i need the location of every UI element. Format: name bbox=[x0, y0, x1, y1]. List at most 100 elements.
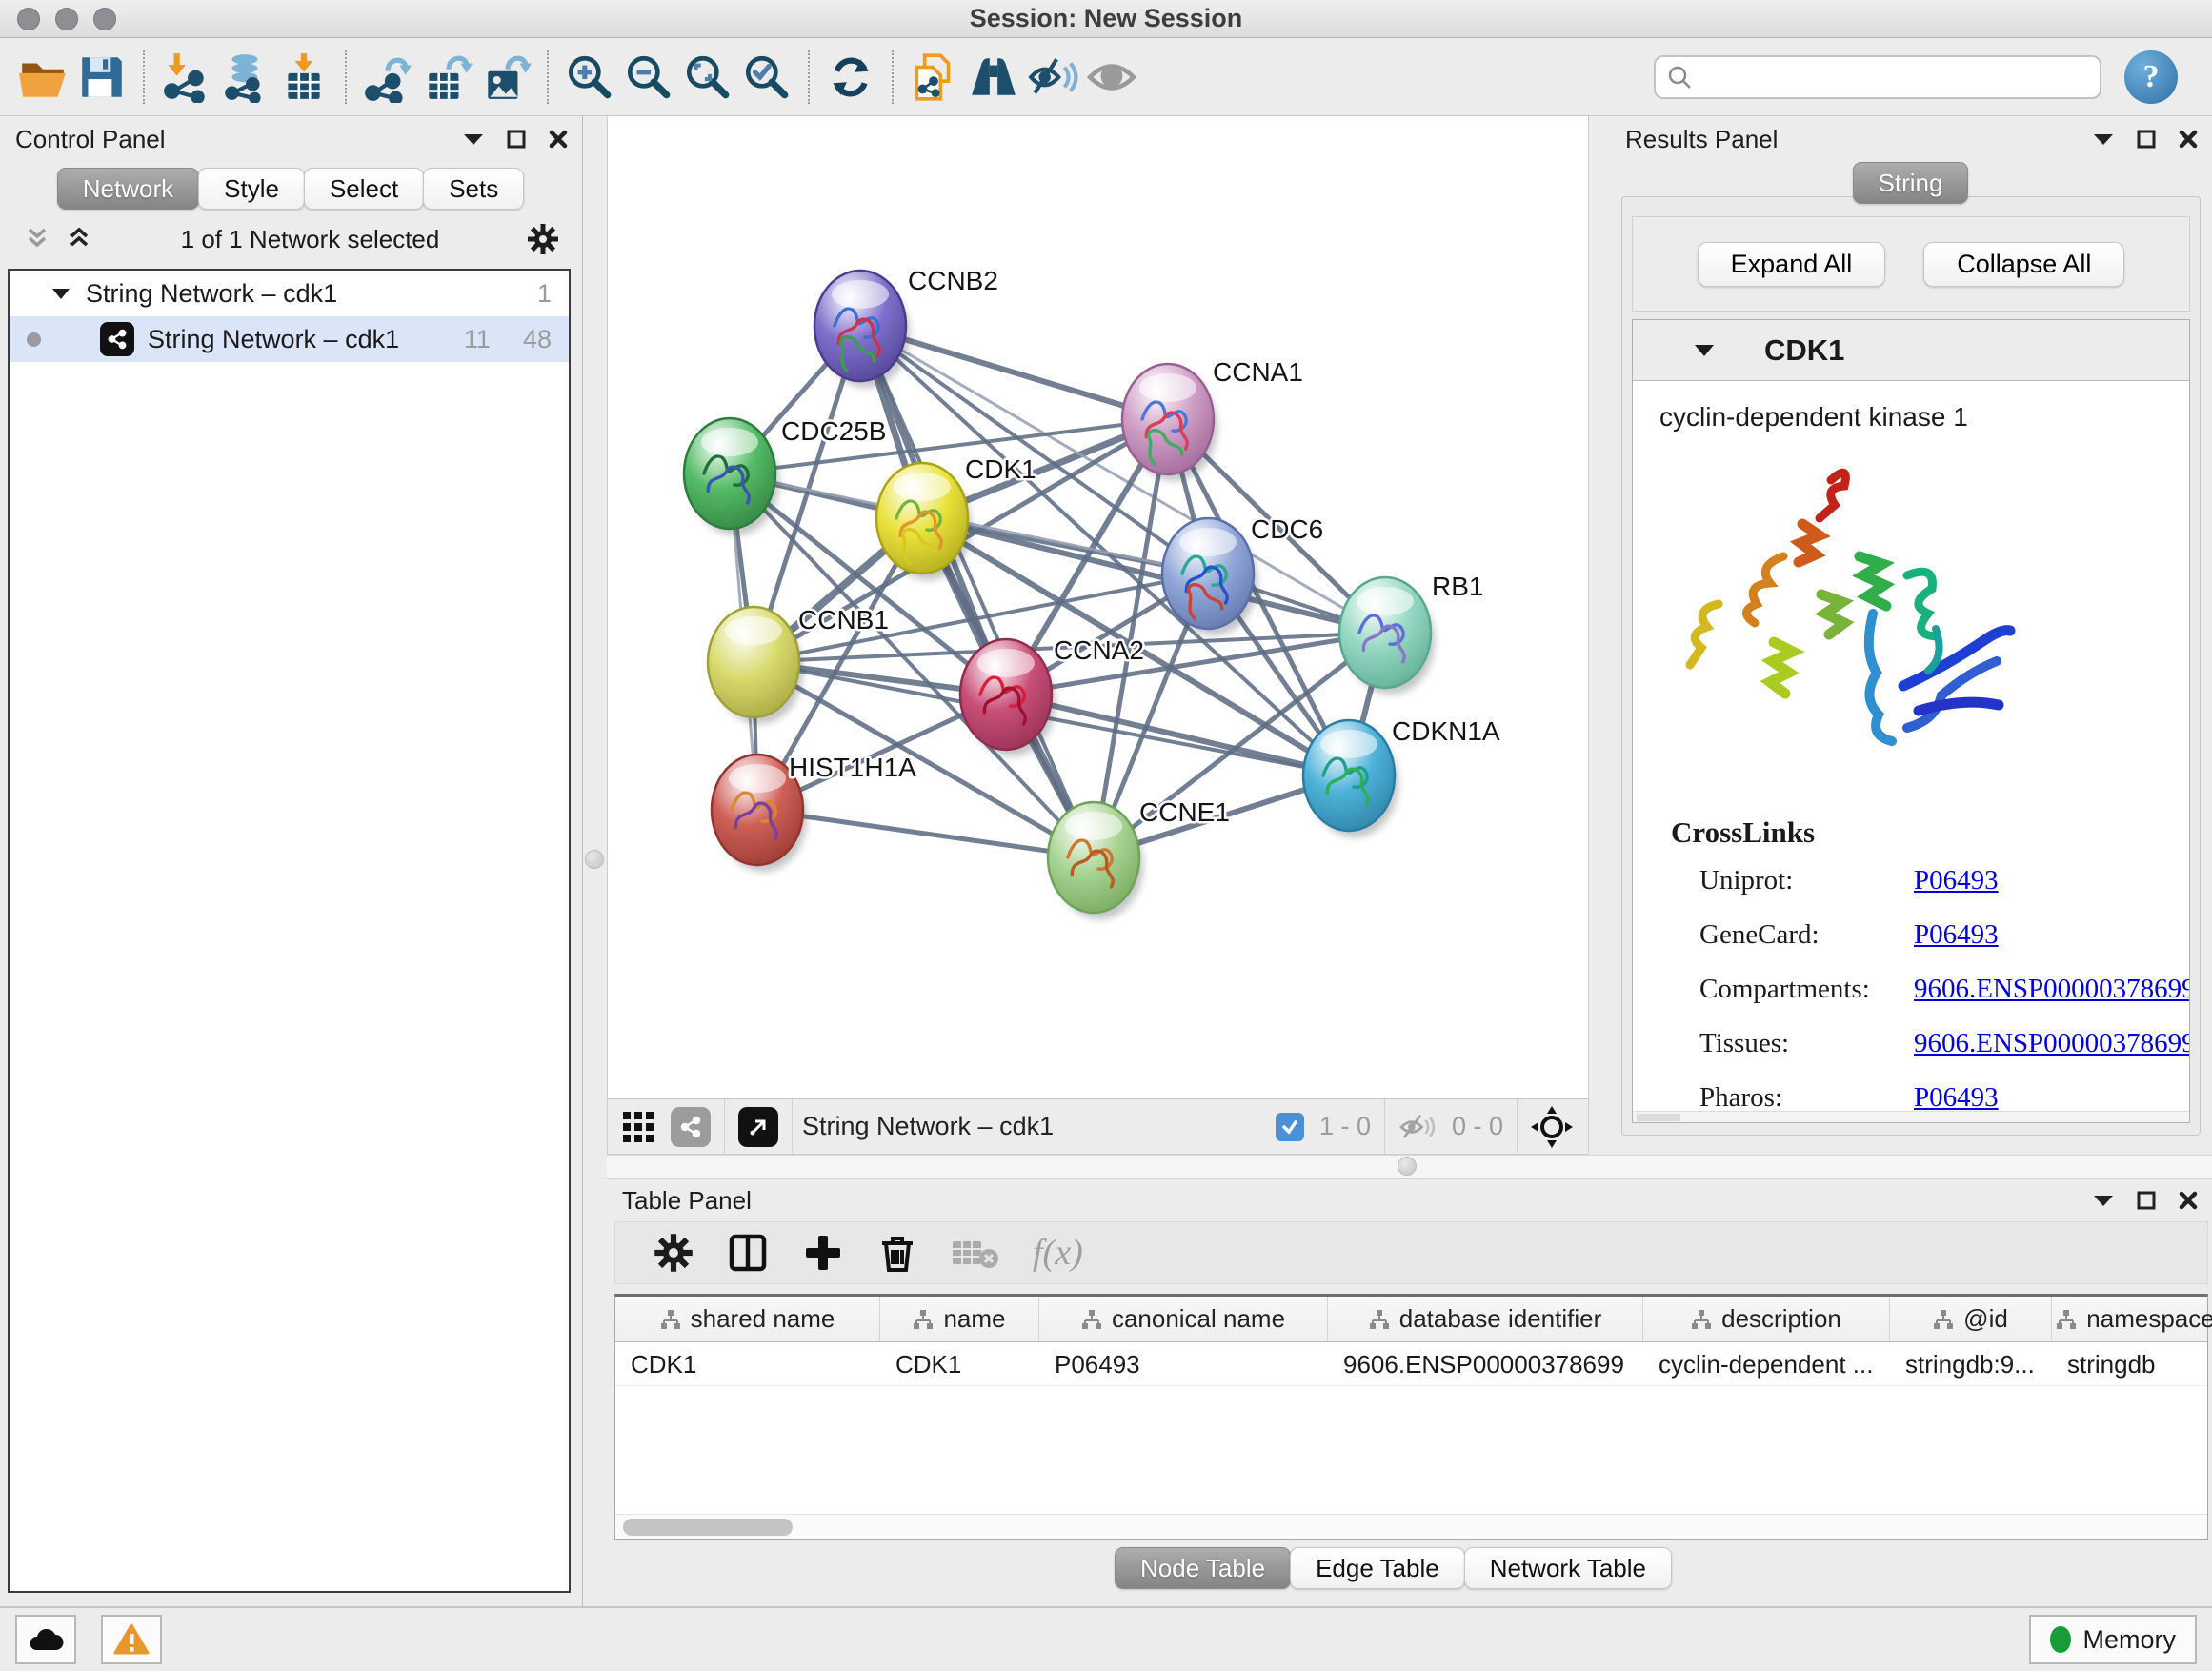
node-label-CDKN1A: CDKN1A bbox=[1392, 716, 1500, 746]
selected-items-checkbox[interactable] bbox=[1276, 1113, 1304, 1141]
add-column-icon[interactable] bbox=[802, 1232, 844, 1274]
column-header-canonical-name[interactable]: canonical name bbox=[1039, 1297, 1328, 1341]
table-tab-node-table[interactable]: Node Table bbox=[1115, 1547, 1291, 1589]
import-database-button[interactable] bbox=[215, 48, 274, 107]
control-tab-network[interactable]: Network bbox=[57, 168, 199, 210]
delete-column-icon[interactable] bbox=[876, 1232, 918, 1274]
save-session-button[interactable] bbox=[72, 48, 131, 107]
gene-card-header[interactable]: CDK1 bbox=[1633, 320, 2189, 381]
crosslink-genecard-link[interactable]: P06493 bbox=[1914, 919, 2189, 951]
horizontal-splitter[interactable] bbox=[607, 1155, 2212, 1179]
network-view-toolbar: String Network – cdk1 1 - 0 bbox=[608, 1098, 1588, 1154]
results-panel: Results Panel String Expand All bbox=[1610, 116, 2212, 1155]
hide-selected-button[interactable] bbox=[1023, 48, 1082, 107]
table-cell: P06493 bbox=[1039, 1342, 1328, 1385]
hidden-items-icon bbox=[1398, 1111, 1437, 1143]
network-row-selected[interactable]: String Network – cdk1 11 48 bbox=[10, 316, 569, 362]
column-header--id[interactable]: @id bbox=[1890, 1297, 2052, 1341]
scrollbar-thumb[interactable] bbox=[623, 1519, 793, 1536]
close-panel-icon[interactable] bbox=[2178, 129, 2199, 150]
export-image-button[interactable] bbox=[476, 48, 535, 107]
column-header-description[interactable]: description bbox=[1643, 1297, 1890, 1341]
splitter-knob[interactable] bbox=[1398, 1157, 1417, 1176]
search-input[interactable] bbox=[1699, 64, 2088, 91]
zoom-fit-button[interactable] bbox=[678, 48, 737, 107]
fit-content-crosshair-icon[interactable] bbox=[1531, 1106, 1573, 1148]
clone-network-button[interactable] bbox=[905, 48, 964, 107]
network-node-count: 11 bbox=[464, 325, 491, 354]
column-tree-icon bbox=[1691, 1309, 1712, 1330]
control-tab-style[interactable]: Style bbox=[198, 168, 305, 210]
export-table-button[interactable] bbox=[417, 48, 476, 107]
memory-button[interactable]: Memory bbox=[2029, 1615, 2197, 1664]
warnings-button[interactable] bbox=[101, 1615, 162, 1664]
splitter-knob[interactable] bbox=[585, 850, 604, 869]
show-columns-icon[interactable] bbox=[726, 1231, 770, 1275]
export-image-icon bbox=[480, 51, 532, 103]
export-network-button[interactable] bbox=[358, 48, 417, 107]
show-all-button[interactable] bbox=[1082, 48, 1141, 107]
node-label-CCNE1: CCNE1 bbox=[1139, 797, 1230, 827]
export-network-icon bbox=[362, 51, 413, 103]
control-tab-sets[interactable]: Sets bbox=[423, 168, 524, 210]
network-canvas[interactable]: CCNB2CCNA1CDC25BCDK1CDC6RB1CCNB1CCNA2CDK… bbox=[608, 116, 1588, 1098]
grid-mode-icon[interactable] bbox=[621, 1110, 655, 1144]
float-panel-icon[interactable] bbox=[2136, 1190, 2157, 1211]
crosslink-compartments-link[interactable]: 9606.ENSP00000378699 bbox=[1914, 974, 2189, 1005]
import-table-button[interactable] bbox=[274, 48, 333, 107]
gear-icon[interactable] bbox=[527, 223, 559, 255]
float-panel-icon[interactable] bbox=[506, 129, 527, 150]
collapse-all-icon[interactable] bbox=[23, 225, 51, 253]
network-view: CCNB2CCNA1CDC25BCDK1CDC6RB1CCNB1CCNA2CDK… bbox=[607, 116, 1589, 1155]
float-panel-icon[interactable] bbox=[2136, 129, 2157, 150]
panel-menu-icon[interactable] bbox=[462, 131, 485, 147]
binoculars-icon bbox=[968, 51, 1019, 103]
crosslink-label: Pharos: bbox=[1699, 1082, 1914, 1111]
network-type-badge-icon[interactable] bbox=[671, 1107, 711, 1147]
crosslink-pharos-link[interactable]: P06493 bbox=[1914, 1082, 2189, 1111]
expand-all-icon[interactable] bbox=[65, 225, 93, 253]
table-settings-gear-icon[interactable] bbox=[654, 1233, 694, 1273]
network-collection-row[interactable]: String Network – cdk1 1 bbox=[10, 271, 569, 316]
panel-menu-icon[interactable] bbox=[2092, 131, 2115, 147]
refresh-button[interactable] bbox=[821, 48, 880, 107]
crosslink-label: GeneCard: bbox=[1699, 919, 1914, 951]
column-header-name[interactable]: name bbox=[880, 1297, 1039, 1341]
gene-expander-icon[interactable] bbox=[1694, 343, 1715, 358]
table-row[interactable]: CDK1CDK1P064939606.ENSP00000378699cyclin… bbox=[615, 1342, 2207, 1386]
column-header-shared-name[interactable]: shared name bbox=[615, 1297, 880, 1341]
search-field[interactable] bbox=[1654, 55, 2101, 99]
cloud-status-button[interactable] bbox=[15, 1615, 76, 1664]
table-tab-edge-table[interactable]: Edge Table bbox=[1290, 1547, 1465, 1589]
panel-menu-icon[interactable] bbox=[2092, 1193, 2115, 1208]
card-scrollbar[interactable] bbox=[1633, 1111, 2189, 1122]
birds-eye-view-icon[interactable] bbox=[738, 1107, 778, 1147]
expand-all-button[interactable]: Expand All bbox=[1698, 242, 1886, 287]
import-network-button[interactable] bbox=[156, 48, 215, 107]
close-panel-icon[interactable] bbox=[2178, 1190, 2199, 1211]
zoom-in-button[interactable] bbox=[560, 48, 619, 107]
right-splitter[interactable] bbox=[1589, 116, 1610, 1155]
table-tab-network-table[interactable]: Network Table bbox=[1464, 1547, 1672, 1589]
column-header-database-identifier[interactable]: database identifier bbox=[1328, 1297, 1643, 1341]
left-splitter[interactable] bbox=[583, 116, 607, 1606]
close-panel-icon[interactable] bbox=[548, 129, 569, 150]
save-disk-icon bbox=[76, 51, 128, 103]
results-tab-string[interactable]: String bbox=[1853, 162, 1969, 204]
collapse-all-button[interactable]: Collapse All bbox=[1923, 242, 2124, 287]
first-neighbors-button[interactable] bbox=[964, 48, 1023, 107]
control-tab-select[interactable]: Select bbox=[304, 168, 424, 210]
string-results-container: Expand All Collapse All CDK1 cyclin-depe… bbox=[1621, 196, 2201, 1136]
help-button[interactable]: ? bbox=[2124, 50, 2178, 104]
zoom-out-button[interactable] bbox=[619, 48, 678, 107]
zoom-selected-button[interactable] bbox=[737, 48, 796, 107]
collection-expander-icon[interactable] bbox=[51, 287, 70, 301]
open-session-button[interactable] bbox=[13, 48, 72, 107]
delete-table-icon-disabled bbox=[951, 1234, 1000, 1272]
table-h-scrollbar[interactable] bbox=[615, 1514, 2207, 1539]
column-header-namespace[interactable]: namespace bbox=[2052, 1297, 2212, 1341]
crosslink-tissues-link[interactable]: 9606.ENSP00000378699 bbox=[1914, 1028, 2189, 1059]
crosslink-uniprot-link[interactable]: P06493 bbox=[1914, 865, 2189, 896]
node-label-CDK1: CDK1 bbox=[965, 454, 1036, 484]
toolbar-separator bbox=[547, 50, 549, 104]
